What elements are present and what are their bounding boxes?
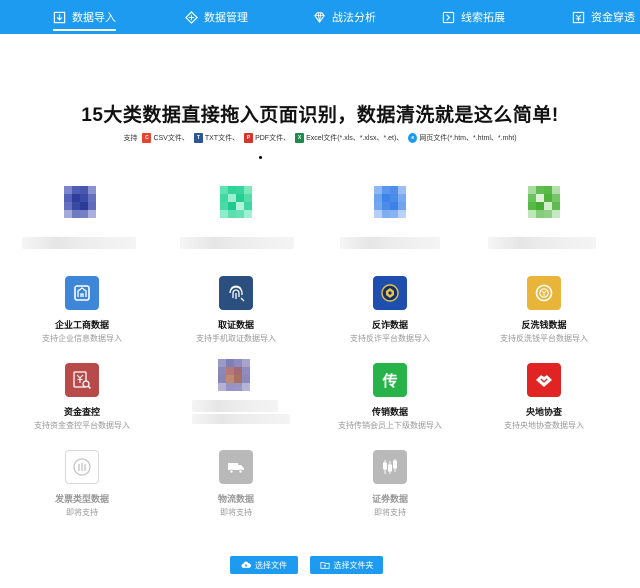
diamond-layers-icon: [185, 10, 198, 24]
csv-file-icon: C: [142, 133, 152, 143]
card-logistics-data: 物流数据 即将支持: [156, 450, 316, 518]
upload-icon: [53, 11, 66, 23]
card-title: 央地协查: [525, 407, 562, 417]
support-type-label: PDF文件、: [255, 135, 291, 142]
fund-icon: [572, 11, 585, 23]
card-title: 资金查控: [63, 407, 100, 417]
card-pyramid-data[interactable]: 传 传销数据 支持传销会员上下级数据导入: [310, 363, 470, 431]
tab-fund-penetration[interactable]: 资金穿透: [572, 0, 635, 34]
fingerprint-icon: [219, 276, 253, 310]
card-title: 取证数据: [217, 320, 254, 330]
building-icon: [65, 276, 99, 310]
card-central-local-cooperation[interactable]: 央地协查 支持央地协查数据导入: [464, 363, 624, 431]
card-anti-fraud-data[interactable]: 反诈数据 支持反诈平台数据导入: [310, 276, 470, 344]
card-forensics-data[interactable]: 取证数据 支持手机取证数据导入: [156, 276, 316, 344]
txt-file-icon: T: [193, 133, 203, 143]
redacted-label: [192, 400, 278, 412]
redacted-icon: [220, 186, 252, 218]
select-file-button[interactable]: 选择文件: [230, 556, 298, 574]
support-type-label: CSV文件、: [153, 135, 189, 142]
page-headline: 15大类数据直接拖入页面识别，数据清洗就是这么简单!: [81, 105, 559, 126]
support-type-label: TXT文件、: [204, 135, 240, 142]
chuan-glyph: 传: [382, 372, 398, 390]
invoice-icon: [65, 450, 99, 484]
redacted-label: [340, 237, 440, 249]
card-title: 企业工商数据: [54, 320, 109, 330]
card-subtitle: 即将支持: [66, 508, 98, 517]
chuan-icon: 传: [373, 363, 407, 397]
tab-label: 线索拓展: [461, 12, 505, 24]
select-folder-button[interactable]: 选择文件夹: [310, 556, 383, 574]
truck-icon: [219, 450, 253, 484]
handshake-icon: [527, 363, 561, 397]
card-subtitle: 支持资金查控平台数据导入: [34, 421, 130, 430]
select-folder-label: 选择文件夹: [333, 560, 374, 570]
card-title: 物流数据: [217, 494, 254, 504]
redacted-icon: [528, 186, 560, 218]
tab-label: 数据导入: [72, 12, 116, 24]
card-subtitle: 即将支持: [374, 508, 406, 517]
cloud-upload-icon: [241, 561, 251, 568]
card-invoice-data: 发票类型数据 即将支持: [2, 450, 162, 518]
card-enterprise-data[interactable]: 企业工商数据 支持企业信息数据导入: [2, 276, 162, 344]
redacted-label: [180, 237, 294, 249]
redacted-label: [22, 237, 136, 249]
pdf-file-icon: P: [244, 133, 254, 143]
yuan-search-icon: [65, 363, 99, 397]
redacted-icon: [64, 186, 96, 218]
gem-icon: [314, 11, 325, 23]
tab-data-import[interactable]: 数据导入: [53, 0, 116, 34]
web-file-icon: e: [408, 133, 418, 143]
tab-label: 战法分析: [332, 12, 376, 24]
police-badge-icon: [373, 276, 407, 310]
tab-label: 资金穿透: [591, 12, 635, 24]
support-type-label: 网页文件(*.htm、*.html、*.mht): [419, 135, 517, 142]
card-subtitle: 支持央地协查数据导入: [504, 421, 584, 430]
supported-types: 支持 C CSV文件、 T TXT文件、 P PDF文件、 X Excel文件(…: [0, 133, 640, 143]
redacted-label: [488, 237, 596, 249]
card-subtitle: 支持反诈平台数据导入: [350, 334, 430, 343]
extend-icon: [442, 11, 455, 23]
card-subtitle: 即将支持: [220, 508, 252, 517]
card-anti-money-laundering-data[interactable]: 反洗钱数据 支持反洗钱平台数据导入: [464, 276, 624, 344]
redacted-subtitle: [192, 414, 290, 424]
card-title: 反诈数据: [371, 320, 408, 330]
support-type-label: Excel文件(*.xls、*.xlsx、*.et)、: [306, 135, 404, 142]
support-prefix: 支持: [123, 135, 138, 142]
tab-data-manage[interactable]: 数据管理: [185, 0, 248, 34]
card-title: 反洗钱数据: [521, 320, 567, 330]
select-file-label: 选择文件: [255, 560, 287, 570]
tab-label: 数据管理: [204, 12, 248, 24]
tab-tactic-analysis[interactable]: 战法分析: [313, 0, 376, 34]
top-nav: 数据导入 数据管理 战法分析 线索拓展 资金穿透: [0, 0, 640, 34]
tab-clue-extend[interactable]: 线索拓展: [442, 0, 505, 34]
candlestick-icon: [373, 450, 407, 484]
decorative-dot: [259, 156, 262, 159]
folder-upload-icon: [319, 562, 330, 569]
card-subtitle: 支持反洗钱平台数据导入: [500, 334, 588, 343]
card-subtitle: 支持企业信息数据导入: [42, 334, 122, 343]
card-fund-control[interactable]: 资金查控 支持资金查控平台数据导入: [2, 363, 162, 431]
card-subtitle: 支持传销会员上下级数据导入: [338, 421, 442, 430]
card-title: 传销数据: [371, 407, 408, 417]
card-securities-data: 证券数据 即将支持: [310, 450, 470, 518]
redacted-icon: [218, 359, 250, 391]
excel-file-icon: X: [295, 133, 305, 143]
coin-icon: [527, 276, 561, 310]
card-title: 证券数据: [371, 494, 408, 504]
redacted-icon: [374, 186, 406, 218]
card-title: 发票类型数据: [54, 494, 109, 504]
card-subtitle: 支持手机取证数据导入: [196, 334, 276, 343]
